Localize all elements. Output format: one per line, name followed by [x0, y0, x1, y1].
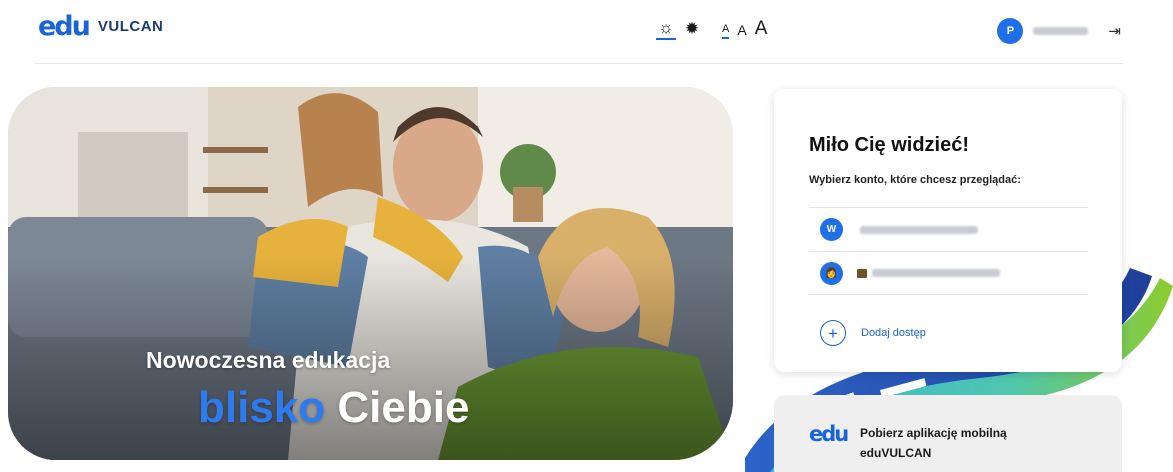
user-avatar[interactable]: P	[997, 18, 1024, 44]
mobile-app-banner[interactable]: edu Pobierz aplikację mobilną eduVULCAN	[774, 395, 1122, 472]
user-menu[interactable]: P ⇥	[997, 18, 1121, 44]
add-access-button[interactable]: + Dodaj dostęp	[820, 320, 926, 346]
account-item[interactable]: 👩	[809, 251, 1088, 295]
user-name-redacted	[1033, 27, 1089, 35]
sun-filled-icon[interactable]: ✹	[682, 18, 702, 40]
add-access-label: Dodaj dostęp	[861, 327, 926, 339]
font-size-medium-button[interactable]: A	[737, 23, 746, 39]
eduvulcan-logo[interactable]: edu VULCAN	[38, 13, 163, 40]
account-item[interactable]: W	[809, 207, 1088, 251]
account-avatar: W	[820, 218, 843, 241]
account-select-card: Miło Cię widzieć! Wybierz konto, które c…	[774, 89, 1122, 372]
hero-tagline: blisko Ciebie	[198, 383, 469, 433]
mobile-app-line2: eduVULCAN	[860, 446, 932, 460]
account-name-redacted	[872, 269, 1000, 277]
plus-circle-icon: +	[820, 320, 846, 346]
mobile-app-text: Pobierz aplikację mobilną eduVULCAN	[860, 423, 1007, 463]
account-avatar: 👩	[820, 261, 843, 285]
font-size-small-button[interactable]: A	[722, 24, 730, 39]
hero-banner: Nowoczesna edukacja blisko Ciebie	[8, 87, 733, 460]
hero-tagline-accent: blisko	[198, 383, 326, 432]
logout-icon[interactable]: ⇥	[1108, 22, 1121, 40]
hero-tagline-rest: Ciebie	[337, 383, 470, 432]
mobile-app-line1: Pobierz aplikację mobilną	[860, 426, 1007, 440]
sun-outline-icon[interactable]: ☼	[656, 18, 676, 40]
theme-toggle: ☼ ✹	[656, 18, 702, 40]
top-bar: edu VULCAN ☼ ✹ A A A P ⇥	[34, 0, 1123, 64]
account-name-redacted	[860, 225, 978, 234]
font-size-large-button[interactable]: A	[755, 19, 768, 39]
account-list: W 👩	[809, 207, 1088, 295]
card-subtitle: Wybierz konto, które chcesz przeglądać:	[809, 174, 1021, 186]
font-size-switcher: A A A	[722, 19, 767, 39]
student-badge-icon	[857, 268, 867, 278]
hero-headline: Nowoczesna edukacja	[146, 347, 391, 373]
card-title: Miło Cię widzieć!	[809, 134, 970, 156]
logo-text: VULCAN	[97, 18, 164, 35]
edu-app-icon: edu	[809, 422, 849, 446]
edu-logo-mark: edu	[38, 11, 91, 42]
